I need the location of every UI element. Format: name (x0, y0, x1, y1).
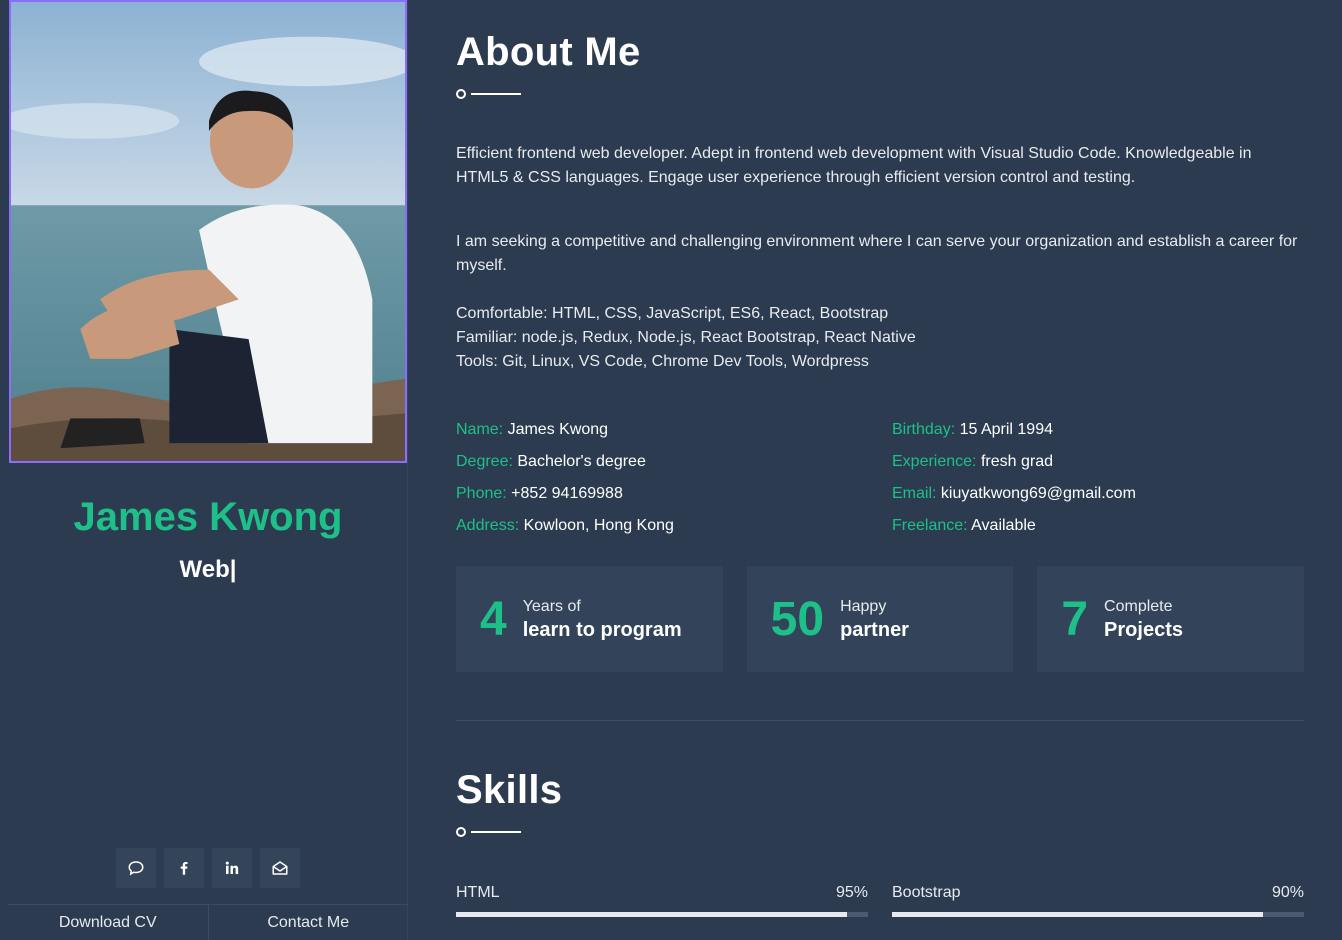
chat-button[interactable] (116, 848, 156, 888)
info-degree: Degree: Bachelor's degree (456, 453, 646, 470)
mail-button[interactable] (260, 848, 300, 888)
about-paragraph-1: Efficient frontend web developer. Adept … (456, 145, 1252, 186)
title-dot (456, 827, 466, 837)
title-line (471, 93, 521, 95)
skill-progress-bar (892, 912, 1304, 917)
skills-heading: Skills (456, 768, 562, 837)
profile-name: James Kwong (73, 495, 343, 539)
stat-card-years: 4 Years of learn to program (456, 566, 723, 672)
skills-summary: Comfortable: HTML, CSS, JavaScript, ES6,… (456, 302, 1304, 374)
skill-name: Bootstrap (892, 884, 961, 901)
skill-bootstrap: Bootstrap 90% (892, 882, 1304, 917)
title-decoration (456, 827, 562, 837)
info-freelance: Freelance: Available (892, 517, 1036, 534)
stat-caption: Projects (1104, 619, 1183, 641)
stat-label: Happy (840, 598, 887, 615)
skill-html: HTML 95% (456, 882, 868, 917)
stat-caption: learn to program (522, 619, 682, 641)
about-heading: About Me (456, 30, 641, 99)
skill-percent: 90% (1271, 884, 1304, 901)
info-email: Email: kiuyatkwong69@gmail.com (892, 485, 1136, 502)
profile-role: Web| (179, 556, 237, 583)
download-cv-button[interactable]: Download CV (8, 905, 208, 940)
stats-row: 4 Years of learn to program 50 Happy par… (456, 566, 1305, 672)
comfortable-line: Comfortable: HTML, CSS, JavaScript, ES6,… (456, 305, 889, 322)
stat-number: 7 (1061, 592, 1089, 646)
facebook-icon (180, 862, 188, 875)
info-name: Name: James Kwong (456, 421, 609, 438)
social-links (8, 848, 408, 888)
mail-icon (272, 861, 288, 875)
title-line (471, 831, 521, 833)
title-decoration (456, 89, 641, 99)
chat-icon (128, 861, 144, 876)
profile-photo-image (11, 2, 405, 461)
personal-info: Name: James Kwong Birthday: 15 April 199… (456, 418, 1304, 538)
skill-progress-fill (892, 912, 1263, 917)
sidebar-actions: Download CV Contact Me (8, 904, 408, 940)
section-divider (456, 720, 1304, 721)
facebook-button[interactable] (164, 848, 204, 888)
stat-number: 50 (770, 592, 825, 646)
info-phone: Phone: +852 94169988 (456, 485, 623, 502)
skill-name: HTML (456, 884, 500, 901)
info-experience: Experience: fresh grad (892, 453, 1053, 470)
linkedin-icon (225, 861, 239, 874)
familiar-line: Familiar: node.js, Redux, Node.js, React… (456, 329, 916, 346)
contact-me-button[interactable]: Contact Me (207, 905, 409, 940)
skills-list: HTML 95% Bootstrap 90% (456, 882, 1304, 917)
profile-photo (9, 0, 407, 463)
info-address: Address: Kowloon, Hong Kong (456, 517, 674, 534)
title-dot (456, 89, 466, 99)
about-title: About Me (456, 30, 641, 74)
info-birthday: Birthday: 15 April 1994 (892, 421, 1053, 438)
profile-sidebar: James Kwong Web| Download CV Contact Me (8, 0, 408, 940)
stat-caption: partner (840, 619, 909, 641)
skill-percent: 95% (835, 884, 868, 901)
tools-line: Tools: Git, Linux, VS Code, Chrome Dev T… (456, 353, 869, 370)
stat-card-partners: 50 Happy partner (746, 566, 1014, 672)
skill-progress-bar (456, 912, 868, 917)
skills-title: Skills (456, 768, 563, 812)
stat-card-projects: 7 Complete Projects (1037, 566, 1305, 672)
stat-number: 4 (480, 592, 507, 646)
skill-progress-fill (456, 912, 848, 917)
stat-label: Years of (522, 598, 581, 615)
stat-label: Complete (1104, 598, 1173, 615)
about-paragraph-2: I am seeking a competitive and challengi… (456, 233, 1298, 274)
linkedin-button[interactable] (212, 848, 252, 888)
